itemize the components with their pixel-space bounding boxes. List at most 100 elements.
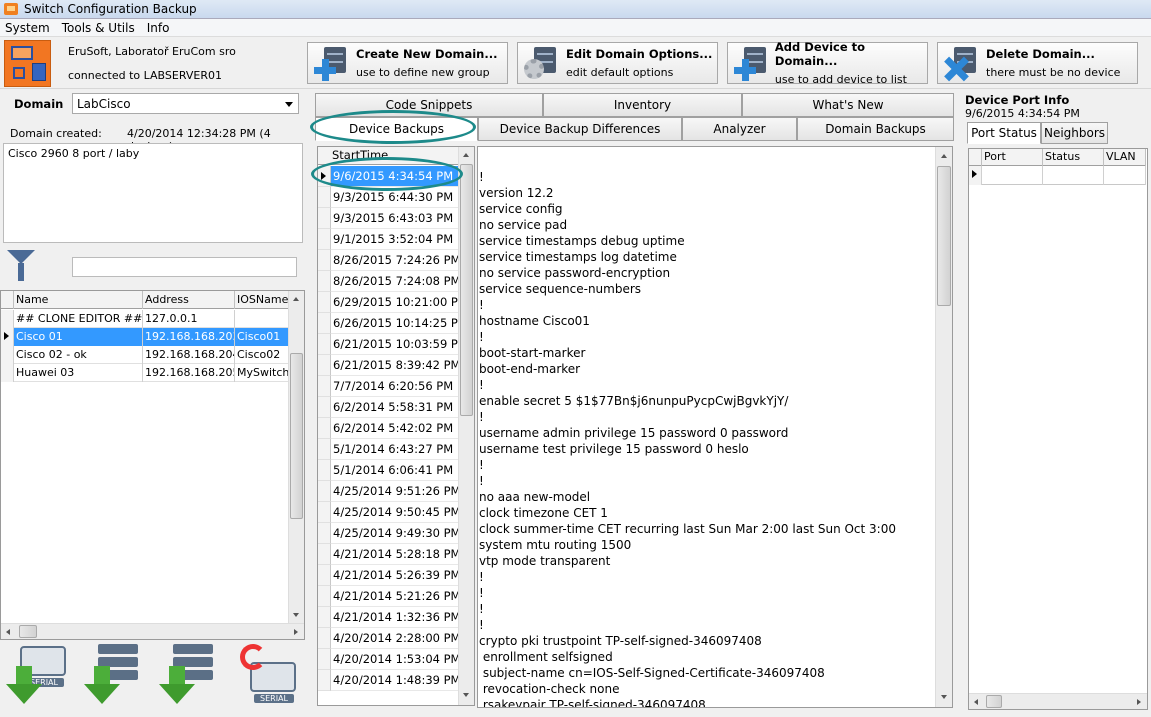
backup-start-time: 4/25/2014 9:51:26 PM [331, 481, 458, 502]
scroll-down-icon[interactable] [293, 613, 299, 617]
config-line: ! [479, 618, 484, 632]
device-name: Huawei 03 [14, 364, 143, 382]
tab-device-backups[interactable]: Device Backups [315, 117, 478, 141]
tab-device-backup-differences[interactable]: Device Backup Differences [478, 117, 682, 141]
tab-port-status[interactable]: Port Status [967, 122, 1041, 144]
column-iosname[interactable]: IOSName [235, 291, 289, 309]
tab-domain-backups[interactable]: Domain Backups [797, 117, 954, 141]
row-pointer-icon [318, 166, 331, 187]
scroll-right-icon[interactable] [1137, 699, 1141, 705]
scroll-down-icon[interactable] [463, 693, 469, 697]
backup-list-vscrollbar[interactable] [458, 147, 474, 705]
column-vlan[interactable]: VLAN [1104, 149, 1146, 166]
domain-select[interactable]: LabCisco [72, 93, 299, 114]
backup-start-time: 6/21/2015 8:39:42 PM [331, 355, 458, 376]
port-grid-hscrollbar[interactable] [969, 693, 1147, 709]
backup-row[interactable]: 6/26/2015 10:14:25 PM [318, 313, 458, 334]
filter-icon[interactable] [7, 250, 35, 282]
delete-domain-subtitle: there must be no device [986, 66, 1121, 79]
scroll-left-icon[interactable] [974, 699, 978, 705]
device-name: Cisco 02 - ok [14, 346, 143, 364]
column-name[interactable]: Name [14, 291, 143, 309]
device-row[interactable]: Cisco 02 - ok 192.168.168.204 Cisco02 [1, 346, 289, 364]
scroll-thumb[interactable] [290, 353, 303, 519]
backup-row[interactable]: 4/20/2014 1:48:39 PM [318, 670, 458, 691]
config-line: no service password-encryption [479, 266, 671, 280]
refresh-serial-button[interactable]: SERIAL [232, 642, 300, 708]
backup-row[interactable]: 6/21/2015 10:03:59 PM [318, 334, 458, 355]
backup-row[interactable]: 5/1/2014 6:43:27 PM [318, 439, 458, 460]
backup-row[interactable]: 8/26/2015 7:24:26 PM [318, 250, 458, 271]
backup-row[interactable]: 9/3/2015 6:43:03 PM [318, 208, 458, 229]
column-address[interactable]: Address [143, 291, 235, 309]
scroll-left-icon[interactable] [6, 629, 10, 635]
tab-analyzer[interactable]: Analyzer [682, 117, 797, 141]
scroll-thumb[interactable] [19, 625, 37, 638]
config-text-view[interactable]: ! version 12.2 service config no service pa… [477, 146, 953, 708]
column-port[interactable]: Port [982, 149, 1043, 166]
backup-row[interactable]: 4/25/2014 9:50:45 PM [318, 502, 458, 523]
refresh-icon [240, 644, 266, 670]
menu-tools-utils[interactable]: Tools & Utils [57, 21, 142, 35]
backup-row[interactable]: 4/25/2014 9:49:30 PM [318, 523, 458, 544]
device-address: 192.168.168.203 [143, 328, 235, 346]
download-all-servers-button[interactable] [155, 642, 223, 708]
menu-info[interactable]: Info [142, 21, 177, 35]
domain-description[interactable]: Cisco 2960 8 port / laby [3, 143, 303, 243]
tab-whats-new[interactable]: What's New [742, 93, 954, 117]
column-status[interactable]: Status [1043, 149, 1104, 166]
config-line: ! [479, 474, 484, 488]
backup-row[interactable]: 4/21/2014 5:21:26 PM [318, 586, 458, 607]
device-grid-hscrollbar[interactable] [1, 623, 304, 639]
backup-row-selected[interactable]: 9/6/2015 4:34:54 PM [318, 166, 458, 187]
tab-inventory[interactable]: Inventory [543, 93, 742, 117]
device-grid-vscrollbar[interactable] [288, 291, 304, 623]
tab-code-snippets[interactable]: Code Snippets [315, 93, 543, 117]
config-vscrollbar[interactable] [935, 147, 952, 707]
scroll-right-icon[interactable] [294, 629, 298, 635]
backup-row[interactable]: 5/1/2014 6:06:41 PM [318, 460, 458, 481]
backup-row[interactable]: 9/3/2015 6:44:30 PM [318, 187, 458, 208]
config-line: username admin privilege 15 password 0 p… [479, 426, 789, 440]
scroll-down-icon[interactable] [941, 695, 947, 699]
backup-row[interactable]: 4/21/2014 5:26:39 PM [318, 565, 458, 586]
row-indicator [318, 460, 331, 481]
scroll-thumb[interactable] [937, 166, 951, 306]
edit-domain-button[interactable]: Edit Domain Options... edit default opti… [517, 42, 718, 84]
add-device-subtitle: use to add device to list [774, 73, 907, 86]
scroll-thumb[interactable] [460, 164, 473, 416]
backup-row[interactable]: 4/20/2014 1:53:04 PM [318, 649, 458, 670]
backup-row[interactable]: 9/1/2015 3:52:04 PM [318, 229, 458, 250]
menu-system[interactable]: System [0, 21, 57, 35]
tab-neighbors[interactable]: Neighbors [1041, 122, 1108, 144]
backup-row[interactable]: 6/21/2015 8:39:42 PM [318, 355, 458, 376]
device-ios: Cisco01 [235, 328, 289, 346]
device-grid: Name Address IOSName ## CLONE EDITOR ## … [0, 290, 305, 640]
add-device-button[interactable]: Add Device to Domain... use to add devic… [727, 40, 928, 86]
device-row[interactable]: ## CLONE EDITOR ## 127.0.0.1 [1, 310, 289, 328]
backup-row[interactable]: 6/29/2015 10:21:00 PM [318, 292, 458, 313]
backup-row[interactable]: 8/26/2015 7:24:08 PM [318, 271, 458, 292]
device-row[interactable]: Huawei 03 192.168.168.205 MySwitch [1, 364, 289, 382]
scroll-up-icon[interactable] [941, 154, 947, 158]
create-domain-button[interactable]: Create New Domain... use to define new g… [307, 42, 508, 84]
device-address: 192.168.168.205 [143, 364, 235, 382]
scroll-up-icon[interactable] [293, 297, 299, 301]
backup-row[interactable]: 4/25/2014 9:51:26 PM [318, 481, 458, 502]
scroll-thumb[interactable] [986, 695, 1002, 708]
backup-row[interactable]: 4/21/2014 1:32:36 PM [318, 607, 458, 628]
download-serial-button[interactable]: SERIAL [2, 642, 70, 708]
delete-domain-button[interactable]: Delete Domain... there must be no device [937, 42, 1138, 84]
starttime-column-header[interactable]: StartTime [318, 147, 458, 165]
download-server-button[interactable] [80, 642, 148, 708]
backup-row[interactable]: 6/2/2014 5:58:31 PM [318, 397, 458, 418]
backup-row[interactable]: 7/7/2014 6:20:56 PM [318, 376, 458, 397]
filter-input[interactable] [72, 257, 297, 277]
backup-row[interactable]: 4/21/2014 5:28:18 PM [318, 544, 458, 565]
scroll-up-icon[interactable] [463, 153, 469, 157]
backup-row[interactable]: 4/20/2014 2:28:00 PM [318, 628, 458, 649]
backup-row[interactable]: 6/2/2014 5:42:02 PM [318, 418, 458, 439]
device-address: 192.168.168.204 [143, 346, 235, 364]
port-new-row[interactable] [969, 166, 1146, 185]
device-row-selected[interactable]: Cisco 01 192.168.168.203 Cisco01 [1, 328, 289, 346]
